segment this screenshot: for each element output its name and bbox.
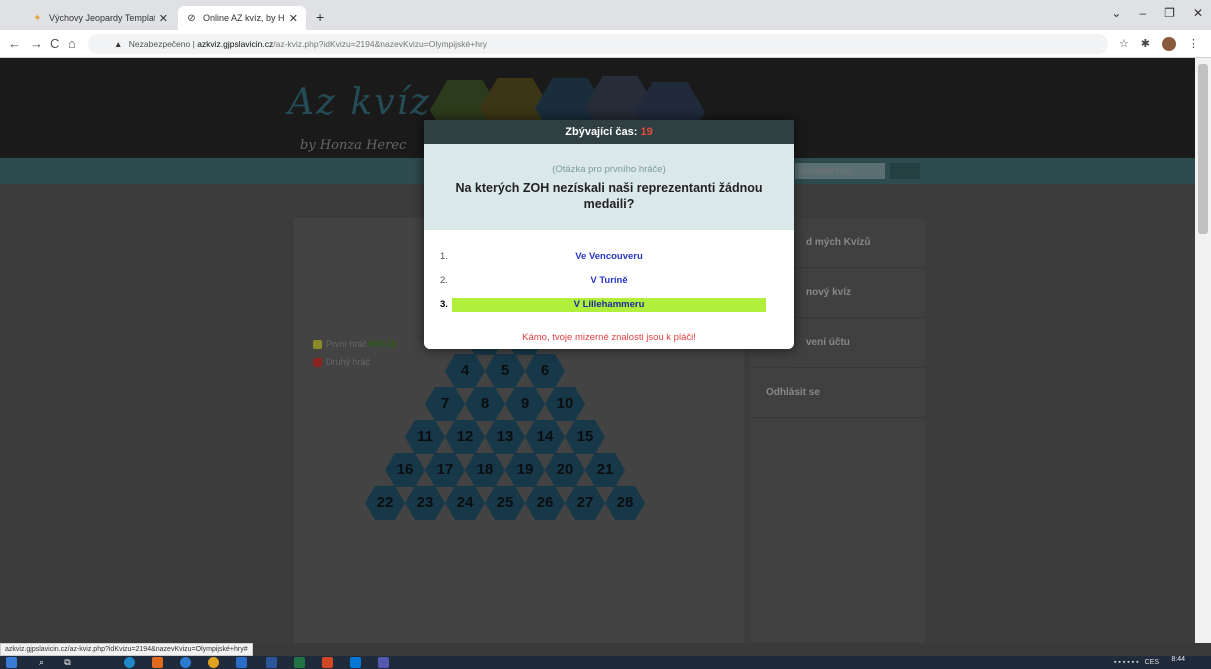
tab-jeopardy[interactable]: ✦ Výchovy Jeopardy Template ✕ [24,6,176,30]
logo-title[interactable]: Az kvíz [288,82,431,123]
player2-color-swatch [313,357,322,367]
search-button[interactable] [890,163,920,179]
browser-tab-bar: ✦ Výchovy Jeopardy Template ✕ ⊘ Online A… [0,0,1211,30]
back-icon[interactable]: ← [8,36,21,51]
windows-taskbar: ⌕ ⧉ ▪ ▪ ▪ ▪ ▪ ▪ CES 8:44 [0,656,1211,669]
window-controls: ⌄ – ❐ ✕ [1111,6,1203,20]
player-legend: První hráč HRAJE Druhý hráč [313,339,398,375]
start-icon[interactable] [6,657,17,668]
new-tab-button[interactable]: + [316,9,324,25]
extensions-icon[interactable]: ✱ [1141,37,1150,51]
word-icon[interactable] [266,657,277,668]
reload-icon[interactable]: C [50,36,59,51]
legend-player1: První hráč HRAJE [313,339,398,349]
status-url-tooltip: azkviz.gjpslavicin.cz/az-kviz.php?idKviz… [0,643,253,656]
warning-icon: ▲ [114,39,123,49]
bookmark-star-icon[interactable]: ☆ [1119,37,1129,51]
answer-option-2[interactable]: 2. V Turíně [440,274,770,288]
maximize-button[interactable]: ❐ [1164,6,1175,20]
home-icon[interactable]: ⌂ [68,36,76,51]
url-host: azkviz.gjpslavicin.cz [197,39,274,49]
teams-icon[interactable] [378,657,389,668]
scrollbar-thumb[interactable] [1198,64,1208,234]
tab-favicon-icon: ⊘ [187,12,196,24]
answer-number: 1. [440,251,448,262]
firefox-icon[interactable] [152,657,163,668]
tab-search-icon[interactable]: ⌄ [1111,6,1121,20]
profile-avatar[interactable] [1162,37,1176,51]
browser-actions: ☆ ✱ ⋮ [1119,37,1199,51]
answer-text: V Lillehammeru [452,298,766,312]
app-icon[interactable] [180,657,191,668]
clock[interactable]: 8:44 [1171,656,1185,664]
answer-text: V Turíně [590,275,628,286]
question-for: (Otázka pro prvního hráče) [552,164,666,175]
player1-status: HRAJE [367,339,398,349]
ie-icon[interactable] [236,657,247,668]
answer-number: 3. [440,299,448,310]
tab-label: Výchovy Jeopardy Template [49,13,155,23]
chrome-icon[interactable] [208,657,219,668]
outlook-icon[interactable] [350,657,361,668]
tab-close-icon[interactable]: ✕ [289,12,298,25]
question-modal: Zbývající čas: 19 (Otázka pro prvního hr… [424,120,794,349]
address-bar: ← → C ⌂ ▲ Nezabezpečeno | azkviz.gjpslav… [0,30,1211,58]
excel-icon[interactable] [294,657,305,668]
tray-icons[interactable]: ▪ ▪ ▪ ▪ ▪ ▪ [1114,656,1139,669]
search-input[interactable] [795,163,885,179]
answer-option-3[interactable]: 3. V Lillehammeru [440,298,770,312]
security-label: Nezabezpečeno [128,39,191,49]
answer-text: Ve Vencouveru [575,251,643,262]
answer-number: 2. [440,275,448,286]
search-icon[interactable]: ⌕ [36,657,47,668]
timer-value: 19 [640,126,653,138]
tab-close-icon[interactable]: ✕ [159,12,168,25]
sidebar-item-logout[interactable]: Odhlásit se [750,368,925,418]
player1-color-swatch [313,339,322,349]
tab-label: Online AZ kvíz, by Honza Herec [203,13,285,23]
question-box: (Otázka pro prvního hráče) Na kterých ZO… [424,144,794,230]
url-field[interactable]: ▲ Nezabezpečeno | azkviz.gjpslavicin.cz/… [88,34,1108,54]
menu-kebab-icon[interactable]: ⋮ [1188,37,1199,51]
edge-icon[interactable] [124,657,135,668]
minimize-button[interactable]: – [1139,6,1146,20]
feedback-message: Kámo, tvoje mizerné znalosti jsou k pláč… [522,332,696,343]
powerpoint-icon[interactable] [322,657,333,668]
question-text: Na kterých ZOH nezískali naši reprezenta… [455,181,763,211]
tab-favicon-icon: ✦ [33,12,42,24]
vertical-scrollbar[interactable] [1195,58,1211,643]
close-button[interactable]: ✕ [1193,6,1203,20]
answer-option-1[interactable]: 1. Ve Vencouveru [440,250,770,264]
tab-azkviz[interactable]: ⊘ Online AZ kvíz, by Honza Herec ✕ [178,6,306,30]
timer-label: Zbývající čas: [565,126,638,138]
url-path: /az-kviz.php?idKvizu=2194&nazevKvizu=Oly… [273,39,488,49]
system-tray: ▪ ▪ ▪ ▪ ▪ ▪ CES [1114,656,1159,669]
task-view-icon[interactable]: ⧉ [62,657,73,668]
language-indicator[interactable]: CES [1145,656,1159,669]
modal-header: Zbývající čas: 19 [424,120,794,144]
forward-icon[interactable]: → [30,36,43,51]
legend-player2: Druhý hráč [313,357,398,367]
logo-subtitle: by Honza Herec [300,138,407,153]
